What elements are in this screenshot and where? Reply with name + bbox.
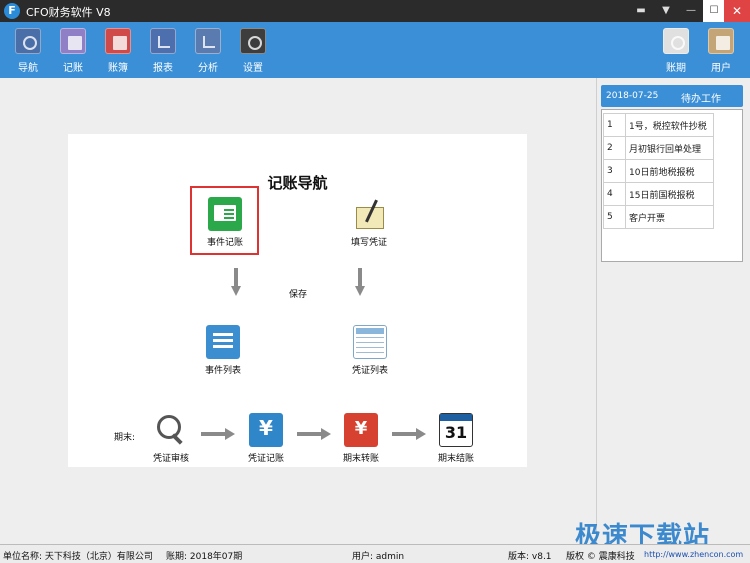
todo-text: 1号，税控软件抄税 xyxy=(625,113,714,137)
toolbar-ledger-button[interactable]: 账簿 xyxy=(98,28,138,76)
arrow-down-left xyxy=(231,268,241,298)
event-entry-label: 事件记账 xyxy=(206,238,243,248)
toolbar-nav-label: 导航 xyxy=(18,63,38,74)
chart-icon xyxy=(150,28,176,54)
status-bar: 单位名称: 天下科技（北京）有限公司 账期: 2018年07期 用户: admi… xyxy=(0,544,750,563)
toolbar-report-button[interactable]: 报表 xyxy=(143,28,183,76)
voucher-list-label: 凭证列表 xyxy=(351,366,388,376)
message-icon[interactable]: ▬ xyxy=(630,0,652,22)
status-user: 用户: admin xyxy=(352,552,405,562)
table-row[interactable]: 5 客户开票 xyxy=(603,205,714,229)
todo-number: 1 xyxy=(603,113,626,137)
toolbar-period-label: 账期 xyxy=(666,63,686,74)
todo-date: 2018-07-25 xyxy=(606,91,659,101)
todo-table: 1 1号，税控软件抄税 2 月初银行回单处理 3 10日前地税报税 4 15日前… xyxy=(603,113,714,229)
todo-number: 4 xyxy=(603,182,626,206)
arrow-right-2 xyxy=(297,428,333,440)
voucher-post-label: 凭证记账 xyxy=(247,454,284,464)
todo-number: 5 xyxy=(603,205,626,229)
clock-icon xyxy=(663,28,689,54)
table-row[interactable]: 2 月初银行回单处理 xyxy=(603,136,714,160)
todo-text: 15日前国税报税 xyxy=(625,182,714,206)
magnifier-icon xyxy=(154,413,188,447)
fill-voucher-node[interactable]: 填写凭证 xyxy=(341,197,397,248)
toolbar-nav-button[interactable]: 导航 xyxy=(8,28,48,76)
toolbar-settings-label: 设置 xyxy=(243,63,263,74)
toolbar-report-label: 报表 xyxy=(153,63,173,74)
event-list-label: 事件列表 xyxy=(204,366,241,376)
event-list-node[interactable]: 事件列表 xyxy=(195,325,251,376)
event-entry-icon xyxy=(208,197,242,231)
todo-header[interactable]: 2018-07-25 待办工作 xyxy=(601,85,743,107)
period-transfer-label: 期末转账 xyxy=(342,454,379,464)
close-button[interactable]: ✕ xyxy=(724,0,750,22)
voucher-book-icon xyxy=(352,197,386,231)
todo-text: 客户开票 xyxy=(625,205,714,229)
app-logo-icon: F xyxy=(4,3,20,19)
voucher-review-label: 凭证审核 xyxy=(152,454,189,464)
transfer-icon xyxy=(344,413,378,447)
toolbar-analysis-button[interactable]: 分析 xyxy=(188,28,228,76)
dropdown-icon[interactable]: ▼ xyxy=(655,0,677,22)
todo-number: 3 xyxy=(603,159,626,183)
arrow-down-right xyxy=(355,268,365,298)
title-bar: F CFO财务软件 V8 ▬ ▼ — ☐ ✕ xyxy=(0,0,750,22)
status-unit: 单位名称: 天下科技（北京）有限公司 xyxy=(3,552,153,562)
minimize-button[interactable]: — xyxy=(680,0,702,22)
todo-text: 月初银行回单处理 xyxy=(625,136,714,160)
save-label: 保存 xyxy=(289,290,308,300)
period-transfer-node[interactable]: 期末转账 xyxy=(333,413,389,464)
voucher-review-node[interactable]: 凭证审核 xyxy=(143,413,199,464)
list-icon xyxy=(206,325,240,359)
period-close-label: 期末结账 xyxy=(437,454,474,464)
table-icon xyxy=(353,325,387,359)
voucher-post-node[interactable]: 凭证记账 xyxy=(238,413,294,464)
table-row[interactable]: 4 15日前国税报税 xyxy=(603,182,714,206)
toolbar-record-label: 记账 xyxy=(63,63,83,74)
maximize-button[interactable]: ☐ xyxy=(703,0,725,22)
toolbar-user-button[interactable]: 用户 xyxy=(701,28,741,76)
book-icon xyxy=(105,28,131,54)
user-icon xyxy=(708,28,734,54)
period-close-node[interactable]: 期末结账 xyxy=(428,413,484,464)
analysis-icon xyxy=(195,28,221,54)
compass-icon xyxy=(15,28,41,54)
todo-text: 10日前地税报税 xyxy=(625,159,714,183)
nav-title: 记账导航 xyxy=(267,174,328,192)
event-entry-node[interactable]: 事件记账 xyxy=(197,197,253,248)
arrow-right-3 xyxy=(392,428,428,440)
toolbar-ledger-label: 账簿 xyxy=(108,63,128,74)
toolbar-record-button[interactable]: 记账 xyxy=(53,28,93,76)
fill-voucher-label: 填写凭证 xyxy=(350,238,387,248)
voucher-list-node[interactable]: 凭证列表 xyxy=(342,325,398,376)
main-toolbar: 导航 记账 账簿 报表 分析 设置 账期 用户 xyxy=(0,22,750,78)
todo-panel: 1 1号，税控软件抄税 2 月初银行回单处理 3 10日前地税报税 4 15日前… xyxy=(601,109,743,262)
table-row[interactable]: 3 10日前地税报税 xyxy=(603,159,714,183)
toolbar-analysis-label: 分析 xyxy=(198,63,218,74)
toolbar-user-label: 用户 xyxy=(711,63,731,74)
arrow-right-1 xyxy=(201,428,237,440)
panel-divider xyxy=(596,78,597,544)
table-row[interactable]: 1 1号，税控软件抄税 xyxy=(603,113,714,137)
pencil-icon xyxy=(60,28,86,54)
status-period: 账期: 2018年07期 xyxy=(166,552,243,562)
status-copyright: 版权 © 震康科技 xyxy=(566,552,635,562)
window-title: CFO财务软件 V8 xyxy=(26,6,111,19)
gear-icon xyxy=(240,28,266,54)
todo-title: 待办工作 xyxy=(681,94,721,105)
toolbar-settings-button[interactable]: 设置 xyxy=(233,28,273,76)
status-url[interactable]: http://www.zhencon.com xyxy=(644,550,743,559)
period-end-label: 期末: xyxy=(114,433,136,443)
todo-number: 2 xyxy=(603,136,626,160)
toolbar-period-button[interactable]: 账期 xyxy=(656,28,696,76)
yen-book-icon xyxy=(249,413,283,447)
status-version: 版本: v8.1 xyxy=(508,552,552,562)
calendar-icon xyxy=(439,413,473,447)
